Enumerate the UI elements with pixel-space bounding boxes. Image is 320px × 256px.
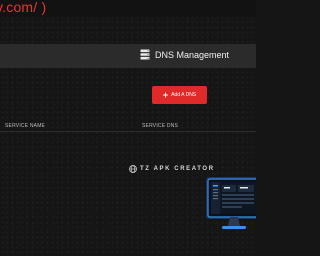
watermark: TZ APK CREATOR	[129, 165, 215, 173]
table-divider	[0, 131, 256, 132]
top-strip: v.com/ )	[0, 0, 256, 17]
database-icon	[140, 49, 150, 60]
add-dns-button[interactable]: + Add A DNS	[152, 86, 207, 104]
page: v.com/ ) DNS Management + Add A DNS SERV…	[0, 0, 256, 256]
watermark-text: TZ APK CREATOR	[140, 166, 215, 172]
add-dns-label: Add A DNS	[171, 92, 197, 98]
header-title-group: DNS Management	[140, 49, 229, 60]
globe-icon	[129, 165, 137, 173]
monitor-illustration	[204, 176, 256, 236]
column-header-service-name[interactable]: SERVICE NAME	[5, 123, 45, 129]
plus-icon: +	[162, 89, 169, 100]
column-header-service-dns[interactable]: SERVICE DNS	[142, 123, 178, 129]
page-title: DNS Management	[155, 49, 230, 60]
url-fragment: v.com/ )	[0, 0, 47, 15]
